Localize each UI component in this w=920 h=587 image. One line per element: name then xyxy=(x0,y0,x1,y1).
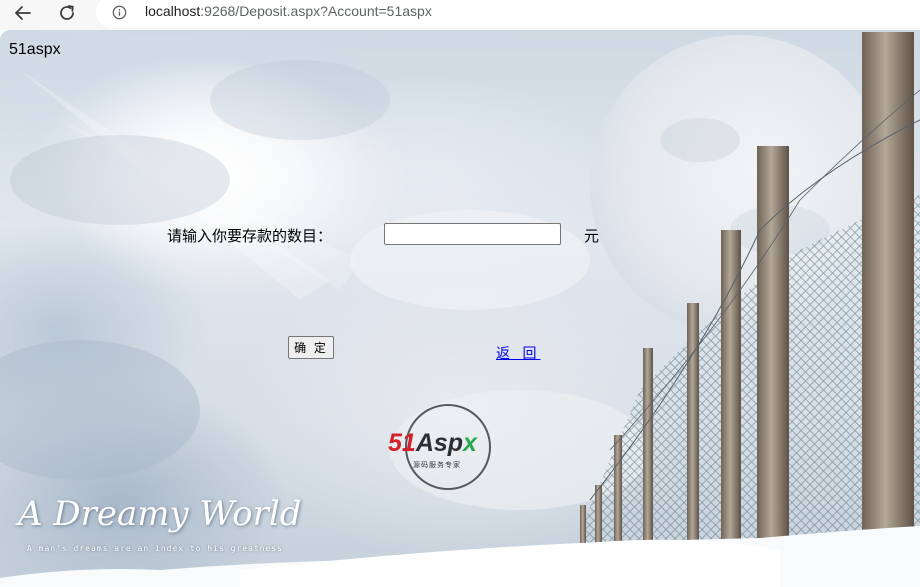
reload-icon xyxy=(60,5,74,20)
confirm-button[interactable]: 确 定 xyxy=(288,336,334,359)
logo-tagline: 源码服务专家 xyxy=(413,461,461,469)
return-link[interactable]: 返 回 xyxy=(496,343,540,363)
url-path: :9268/Deposit.aspx?Account=51aspx xyxy=(200,3,432,19)
51aspx-logo: 51Aspx 源码服务专家 xyxy=(386,402,518,494)
page-viewport: 51aspx 请输入你要存款的数目： 元 确 定 返 回 51Aspx 源码服务… xyxy=(0,30,920,587)
banner-title: A Dreamy World xyxy=(18,494,302,534)
back-arrow-icon xyxy=(15,6,31,20)
back-button[interactable] xyxy=(8,0,38,26)
deposit-amount-label: 请输入你要存款的数目： xyxy=(167,227,333,245)
deposit-amount-input[interactable] xyxy=(384,223,561,245)
logo-wordmark: 51Aspx xyxy=(388,429,477,457)
info-icon[interactable] xyxy=(112,5,127,20)
browser-toolbar: localhost:9268/Deposit.aspx?Account=51as… xyxy=(0,0,920,30)
site-name: 51aspx xyxy=(9,41,61,58)
banner-subtitle: A man's dreams are an index to his great… xyxy=(27,544,283,553)
url-host: localhost xyxy=(145,3,201,19)
reload-button[interactable] xyxy=(52,0,82,26)
currency-unit-label: 元 xyxy=(584,227,600,245)
url-text[interactable]: localhost:9268/Deposit.aspx?Account=51as… xyxy=(145,3,432,19)
address-bar[interactable]: localhost:9268/Deposit.aspx?Account=51as… xyxy=(96,0,920,28)
